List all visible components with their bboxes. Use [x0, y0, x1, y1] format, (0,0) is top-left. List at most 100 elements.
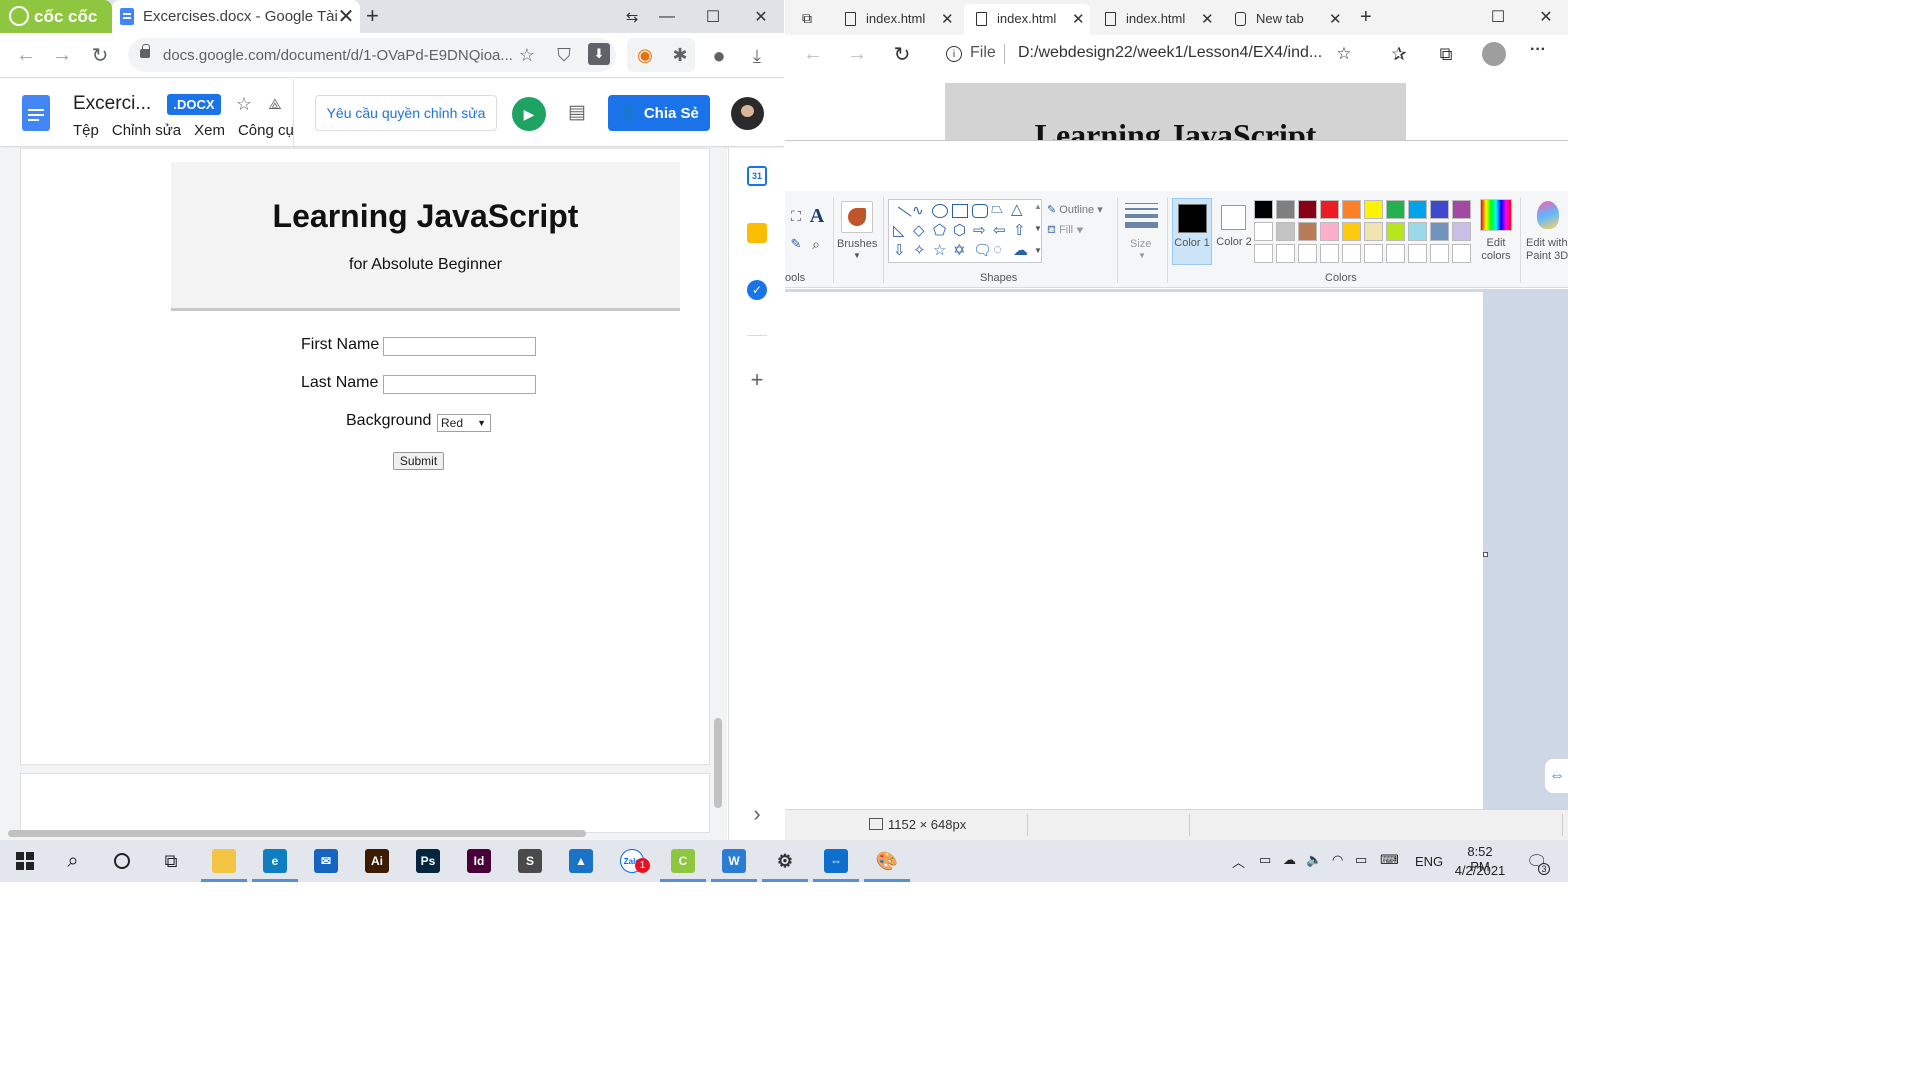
sublime-taskbar-button[interactable]: S [505, 840, 555, 882]
battery-icon[interactable]: ▭ [1355, 852, 1367, 868]
vertical-scrollbar[interactable] [714, 718, 722, 808]
outline-dropdown[interactable]: ✎ Outline ▾ [1047, 203, 1103, 216]
clock-date[interactable]: 4/2/2021 [1453, 863, 1507, 878]
custom-color-swatch[interactable] [1386, 244, 1405, 263]
coccoc-taskbar-button[interactable]: C [658, 840, 708, 882]
palette-swatch[interactable] [1276, 222, 1295, 241]
edit-colors-icon[interactable] [1480, 199, 1512, 231]
extension-icon[interactable]: ◉ [632, 42, 658, 68]
mail-taskbar-button[interactable]: ✉ [301, 840, 351, 882]
drawing-canvas[interactable] [785, 292, 1483, 809]
bookmark-star-icon[interactable]: ☆ [514, 42, 540, 68]
five-point-star-icon[interactable]: ☆ [933, 241, 946, 259]
gallery-down-icon[interactable]: ▼ [1034, 224, 1042, 233]
menu-tools[interactable]: Công cụ [238, 122, 294, 139]
custom-color-swatch[interactable] [1364, 244, 1383, 263]
downloads-icon[interactable]: ⤓ [744, 43, 770, 69]
gallery-more-icon[interactable]: ▼ [1034, 246, 1042, 255]
rectangle-shape-icon[interactable] [952, 204, 968, 218]
palette-swatch[interactable] [1430, 200, 1449, 219]
collections-icon[interactable]: ⧉ [1433, 41, 1459, 67]
edge-tab-4[interactable]: New tab ✕ [1223, 4, 1349, 35]
drive-status-icon[interactable]: ⟁ [264, 93, 286, 115]
search-icon[interactable]: ⌕ [48, 840, 98, 882]
tray-chevron-icon[interactable]: ︿ [1232, 852, 1245, 871]
maximize-icon[interactable]: ☐ [1475, 0, 1521, 33]
photoshop-taskbar-button[interactable]: Ps [403, 840, 453, 882]
magnifier-icon[interactable]: ⌕ [807, 235, 825, 253]
palette-swatch[interactable] [1408, 222, 1427, 241]
palette-swatch[interactable] [1254, 222, 1273, 241]
left-arrow-shape-icon[interactable]: ⇦ [993, 221, 1006, 239]
custom-color-swatch[interactable] [1298, 244, 1317, 263]
edge-address-bar[interactable]: i File D:/webdesign22/week1/Lesson4/EX4/… [931, 38, 1359, 70]
right-arrow-shape-icon[interactable]: ⇨ [973, 221, 986, 239]
paint3d-icon[interactable] [1537, 201, 1559, 229]
paint-taskbar-button[interactable]: 🎨 [862, 840, 912, 882]
share-button[interactable]: 👤 Chia Sẻ [608, 95, 710, 131]
brushes-chevron-icon[interactable]: ▼ [853, 251, 861, 260]
language-indicator[interactable]: ENG [1415, 854, 1443, 869]
pentagon-shape-icon[interactable]: ⬠ [933, 221, 946, 239]
task-view-icon[interactable]: ⧉ [146, 840, 196, 882]
request-edit-button[interactable]: Yêu cầu quyền chỉnh sửa [315, 95, 497, 131]
oval-shape-icon[interactable] [932, 204, 948, 218]
palette-swatch[interactable] [1452, 200, 1471, 219]
back-icon[interactable]: ← [799, 40, 827, 68]
profile-icon[interactable]: ● [706, 43, 732, 69]
right-triangle-shape-icon[interactable]: ◺ [893, 221, 905, 239]
polygon-shape-icon[interactable]: ⏢ [991, 200, 1003, 217]
close-tab-icon[interactable]: ✕ [1201, 10, 1214, 28]
more-menu-icon[interactable]: ··· [1530, 41, 1546, 59]
hexagon-shape-icon[interactable]: ⬡ [953, 221, 966, 239]
photos-taskbar-button[interactable]: ▲ [556, 840, 606, 882]
palette-swatch[interactable] [1364, 222, 1383, 241]
resize-handle[interactable] [1483, 552, 1488, 557]
edge-taskbar-button[interactable]: e [250, 840, 300, 882]
chevron-right-icon[interactable]: › [745, 801, 769, 826]
onedrive-icon[interactable]: ☁ [1283, 852, 1296, 868]
reload-icon[interactable]: ↻ [888, 40, 916, 68]
custom-color-swatch[interactable] [1430, 244, 1449, 263]
text-tool-icon[interactable]: A [807, 205, 827, 227]
address-bar[interactable]: docs.google.com/document/d/1-OVaPd-E9DNQ… [128, 38, 616, 72]
palette-swatch[interactable] [1276, 200, 1295, 219]
file-explorer-taskbar-button[interactable] [199, 840, 249, 882]
brushes-icon[interactable] [841, 201, 873, 233]
palette-swatch[interactable] [1298, 222, 1317, 241]
zalo-taskbar-button[interactable]: Zalo 1 [607, 840, 657, 882]
new-tab-button[interactable]: + [1360, 6, 1372, 29]
up-arrow-shape-icon[interactable]: ⇧ [1013, 221, 1026, 239]
fill-dropdown[interactable]: ⛾ Fill ▾ [1047, 224, 1084, 238]
four-point-star-icon[interactable]: ✧ [913, 241, 926, 259]
fill-bucket-icon[interactable]: ⛶ [787, 207, 805, 225]
rounded-rect-shape-icon[interactable] [972, 204, 988, 218]
last-name-field[interactable] [383, 375, 536, 394]
palette-swatch[interactable] [1320, 200, 1339, 219]
meet-icon[interactable]: ▶ [512, 97, 546, 131]
custom-color-swatch[interactable] [1342, 244, 1361, 263]
palette-swatch[interactable] [1408, 200, 1427, 219]
background-select[interactable]: Red ▼ [437, 414, 491, 432]
custom-color-swatch[interactable] [1276, 244, 1295, 263]
palette-swatch[interactable] [1452, 222, 1471, 241]
illustrator-taskbar-button[interactable]: Ai [352, 840, 402, 882]
palette-swatch[interactable] [1320, 222, 1339, 241]
teamviewer-taskbar-button[interactable]: ⇔ [811, 840, 861, 882]
volume-icon[interactable]: 🔈 [1306, 852, 1322, 868]
edge-tab-2-active[interactable]: index.html ✕ [964, 4, 1090, 35]
google-docs-icon[interactable] [22, 95, 50, 131]
tab-google-docs[interactable]: Excercises.docx - Google Tài liệu ✕ [112, 0, 360, 33]
curve-shape-icon[interactable]: ∿ [912, 202, 924, 219]
favorites-icon[interactable]: ✰ [1386, 41, 1412, 67]
palette-swatch[interactable] [1386, 222, 1405, 241]
close-tab-icon[interactable]: ✕ [1072, 10, 1085, 28]
forward-icon[interactable]: → [843, 40, 871, 68]
close-window-icon[interactable]: ✕ [1523, 0, 1568, 33]
oval-callout-icon[interactable]: ◌ [993, 241, 1002, 258]
palette-swatch[interactable] [1386, 200, 1405, 219]
cloud-callout-icon[interactable]: ☁ [1013, 241, 1028, 259]
close-tab-icon[interactable]: ✕ [941, 10, 954, 28]
teamviewer-side-icon[interactable]: ⇔ [1545, 759, 1568, 793]
rect-callout-icon[interactable]: 🗨 [973, 241, 992, 259]
